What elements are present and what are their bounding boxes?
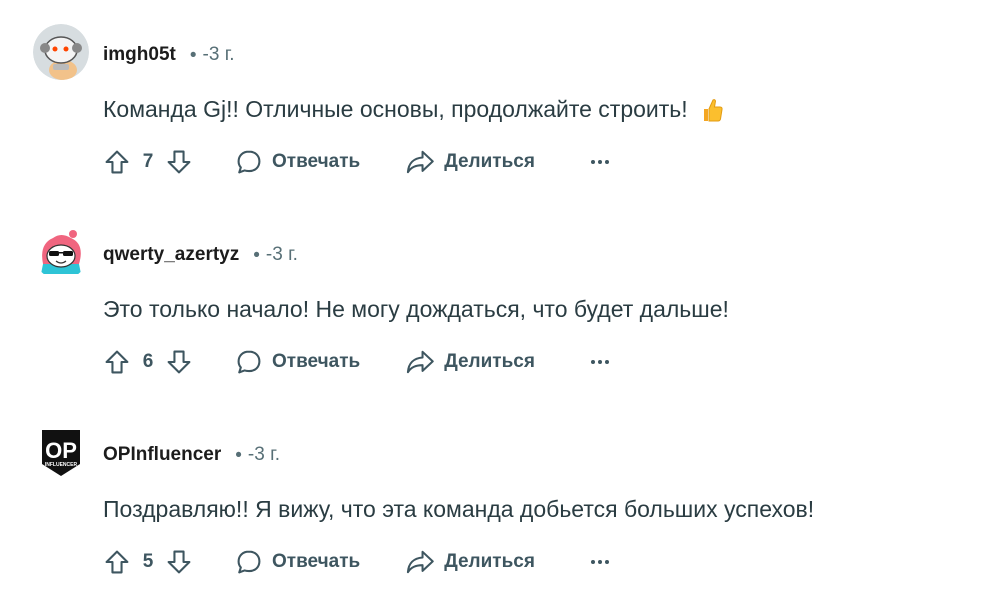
svg-text:INFLUENCER: INFLUENCER — [45, 462, 78, 468]
comment-actions: 5 Отвечать Делиться — [98, 542, 619, 582]
downvote-button[interactable] — [160, 343, 198, 381]
comment-text: Поздравляю!! Я вижу, что эта команда доб… — [103, 496, 815, 522]
downvote-button[interactable] — [160, 143, 198, 181]
downvote-button[interactable] — [160, 543, 198, 581]
comment-bubble-icon — [237, 550, 261, 574]
ellipsis-icon — [590, 560, 609, 564]
upvote-button[interactable] — [98, 343, 136, 381]
separator-dot: • — [189, 44, 197, 66]
timestamp[interactable]: -3 г. — [266, 244, 298, 266]
comment-bubble-icon — [237, 150, 261, 174]
comment-text: Команда Gj!! Отличные основы, продолжайт… — [103, 96, 688, 122]
comment-header: OPInfluencer • -3 г. — [103, 441, 280, 469]
comment-text: Это только начало! Не могу дождаться, чт… — [103, 296, 729, 322]
comment: imgh05t • -3 г. Команда Gj!! Отличные ос… — [0, 0, 985, 200]
timestamp[interactable]: -3 г. — [203, 44, 235, 66]
vote-group: 7 — [98, 143, 198, 181]
share-arrow-icon — [407, 150, 434, 174]
user-avatar[interactable] — [33, 224, 89, 280]
share-label: Делиться — [444, 151, 535, 172]
downvote-arrow-icon — [167, 550, 191, 574]
separator-dot: • — [253, 244, 260, 266]
reply-button[interactable]: Отвечать — [226, 543, 370, 581]
user-avatar[interactable]: OP INFLUENCER — [33, 424, 89, 480]
username[interactable]: imgh05t — [103, 44, 176, 66]
comment-bubble-icon — [237, 350, 261, 374]
ellipsis-icon — [590, 160, 609, 164]
comment-actions: 7 Отвечать Делиться — [98, 142, 619, 182]
share-label: Делиться — [444, 551, 535, 572]
more-options-button[interactable] — [581, 543, 619, 581]
svg-text:OP: OP — [45, 438, 77, 463]
more-options-button[interactable] — [581, 343, 619, 381]
timestamp-value: 3 г. — [272, 244, 298, 265]
downvote-arrow-icon — [167, 150, 191, 174]
user-avatar[interactable] — [33, 24, 89, 80]
reply-button[interactable]: Отвечать — [226, 343, 370, 381]
op-influencer-logo-avatar-icon: OP INFLUENCER — [42, 430, 80, 476]
share-button[interactable]: Делиться — [396, 543, 545, 581]
share-button[interactable]: Делиться — [396, 143, 545, 181]
thumbs-up-emoji-icon — [700, 97, 724, 123]
share-arrow-icon — [407, 550, 434, 574]
vote-group: 5 — [98, 543, 198, 581]
timestamp-value: 3 г. — [208, 44, 235, 65]
separator-dot: • — [235, 444, 242, 466]
comment-body: Это только начало! Не могу дождаться, чт… — [103, 296, 729, 323]
vote-count: 7 — [142, 151, 154, 172]
downvote-arrow-icon — [167, 350, 191, 374]
comment: qwerty_azertyz • -3 г. Это только начало… — [0, 200, 985, 400]
vote-group: 6 — [98, 343, 198, 381]
comment-header: qwerty_azertyz • -3 г. — [103, 241, 298, 269]
share-arrow-icon — [407, 350, 434, 374]
more-options-button[interactable] — [581, 143, 619, 181]
comment-body: Поздравляю!! Я вижу, что эта команда доб… — [103, 496, 814, 523]
upvote-button[interactable] — [98, 543, 136, 581]
vote-count: 5 — [142, 551, 154, 572]
upvote-arrow-icon — [105, 550, 129, 574]
ellipsis-icon — [590, 360, 609, 364]
upvote-button[interactable] — [98, 143, 136, 181]
snoo-sunglasses-avatar-icon — [33, 224, 89, 280]
timestamp-value: 3 г. — [254, 444, 280, 465]
username[interactable]: qwerty_azertyz — [103, 244, 239, 266]
comment: OP INFLUENCER OPInfluencer • -3 г. Поздр… — [0, 400, 985, 600]
comment-body: Команда Gj!! Отличные основы, продолжайт… — [103, 96, 724, 123]
reply-label: Отвечать — [272, 151, 361, 172]
username[interactable]: OPInfluencer — [103, 444, 221, 466]
upvote-arrow-icon — [105, 350, 129, 374]
share-label: Делиться — [444, 351, 535, 372]
reply-label: Отвечать — [272, 551, 361, 572]
comment-actions: 6 Отвечать Делиться — [98, 342, 619, 382]
timestamp[interactable]: -3 г. — [248, 444, 280, 466]
snoo-astronaut-avatar-icon — [33, 24, 89, 80]
share-button[interactable]: Делиться — [396, 343, 545, 381]
reply-button[interactable]: Отвечать — [226, 143, 370, 181]
vote-count: 6 — [142, 351, 154, 372]
comment-header: imgh05t • -3 г. — [103, 41, 235, 69]
upvote-arrow-icon — [105, 150, 129, 174]
reply-label: Отвечать — [272, 351, 361, 372]
